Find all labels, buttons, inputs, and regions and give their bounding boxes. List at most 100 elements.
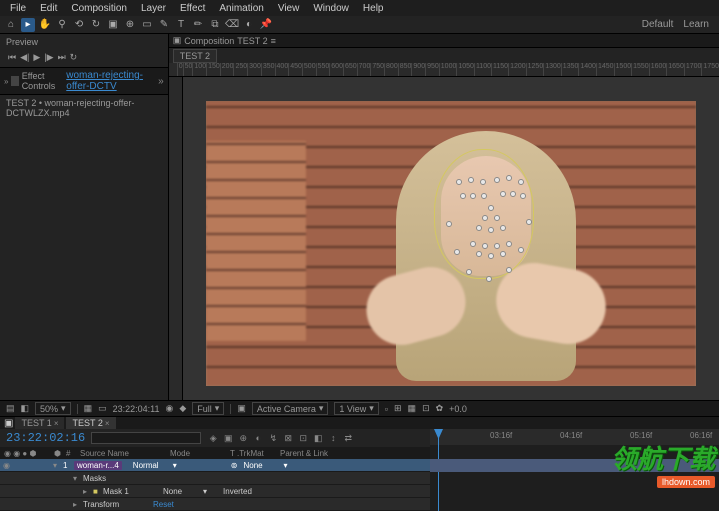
rect-tool-icon[interactable]: ▭ [140, 18, 154, 32]
effect-controls-tab[interactable]: » Effect Controls woman-rejecting-offer-… [0, 67, 168, 95]
left-panel: Preview ⏮ ◀| ▶ |▶ ⏭ ↻ » Effect Controls … [0, 34, 169, 400]
viewport[interactable] [206, 101, 696, 386]
composition-panel: ▣ Composition TEST 2 ≡ TEST 2 0501001502… [169, 34, 719, 400]
resolution-dropdown[interactable]: Full▾ [192, 402, 224, 415]
prev-frame-icon[interactable]: ◀| [20, 52, 29, 63]
type-tool-icon[interactable]: T [174, 18, 188, 32]
mode-dropdown[interactable]: Normal [130, 461, 170, 470]
close-icon[interactable]: × [105, 419, 110, 428]
last-frame-icon[interactable]: ⏭ [58, 52, 66, 63]
timeline-graph-area[interactable]: 03:16f 04:16f 05:16f 06:16f [430, 429, 719, 511]
layer-bar[interactable] [430, 459, 719, 472]
puppet-tool-icon[interactable]: 📌 [259, 18, 273, 32]
eraser-tool-icon[interactable]: ⌫ [225, 18, 239, 32]
view1-icon[interactable]: ▫ [385, 404, 388, 414]
pen-tool-icon[interactable]: ✎ [157, 18, 171, 32]
menu-animation[interactable]: Animation [213, 2, 269, 15]
tl-tool4-icon[interactable]: ◐ [252, 432, 264, 444]
views-dropdown[interactable]: 1 View▾ [334, 402, 378, 415]
view4-icon[interactable]: ⊡ [422, 403, 430, 414]
pickwhip-icon[interactable]: ⊚ [228, 461, 241, 470]
view2-icon[interactable]: ⊞ [394, 403, 402, 414]
tl-tool3-icon[interactable]: ⊕ [237, 432, 249, 444]
channel-icon[interactable]: ◆ [179, 403, 186, 414]
horizontal-ruler: 0501001502002503003504004505005506006507… [169, 63, 719, 77]
mask-mode-dropdown[interactable]: None [160, 487, 200, 496]
menu-view[interactable]: View [272, 2, 306, 15]
gear-icon[interactable]: ✿ [436, 403, 444, 414]
tl-tool7-icon[interactable]: ⊡ [297, 432, 309, 444]
menu-help[interactable]: Help [357, 2, 390, 15]
mask-1-row[interactable]: ▸ ■ Mask 1 None ▾ Inverted [0, 485, 430, 498]
workspace-learn[interactable]: Learn [683, 19, 709, 30]
menu-edit[interactable]: Edit [34, 2, 63, 15]
tab-test2[interactable]: TEST 2× [66, 417, 115, 429]
tl-tool1-icon[interactable]: ◈ [207, 432, 219, 444]
menu-effect[interactable]: Effect [174, 2, 211, 15]
home-icon[interactable]: ⌂ [4, 18, 18, 32]
tl-tool10-icon[interactable]: ⇄ [342, 432, 354, 444]
brush-tool-icon[interactable]: ✏ [191, 18, 205, 32]
region-icon[interactable]: ▣ [237, 403, 246, 414]
chevron-down-icon: ▾ [319, 403, 324, 414]
face-tracking-mask[interactable] [434, 149, 534, 279]
viewer-timecode[interactable]: 23:22:04:11 [113, 404, 160, 414]
masks-group-row[interactable]: ▾ Masks [0, 472, 430, 485]
tl-tool9-icon[interactable]: ↕ [327, 432, 339, 444]
mask-toggle-icon[interactable]: ▤ [6, 403, 15, 414]
grid-icon[interactable]: ▦ [84, 403, 93, 414]
layer-row-1[interactable]: ◉ ▾ 1 woman-r...4 Normal ▾ ⊚ None ▾ [0, 459, 430, 472]
rotate-tool-icon[interactable]: ↻ [89, 18, 103, 32]
effect-controls-layer-link[interactable]: woman-rejecting-offer-DCTV [66, 70, 158, 92]
menu-layer[interactable]: Layer [135, 2, 172, 15]
menu-composition[interactable]: Composition [65, 2, 133, 15]
chevron-right-icon: » [4, 77, 8, 86]
composition-viewer[interactable] [169, 77, 719, 400]
tl-tool2-icon[interactable]: ▣ [222, 432, 234, 444]
tl-tool5-icon[interactable]: ↯ [267, 432, 279, 444]
layer-name[interactable]: woman-r...4 [74, 461, 122, 470]
orbit-tool-icon[interactable]: ⟲ [72, 18, 86, 32]
current-timecode[interactable]: 23:22:02:16 [6, 431, 85, 445]
menu-window[interactable]: Window [307, 2, 355, 15]
first-frame-icon[interactable]: ⏮ [8, 52, 16, 63]
guides-icon[interactable]: ▭ [98, 403, 107, 414]
video-toggle-icon[interactable]: ◉ [0, 461, 12, 470]
camera-tool-icon[interactable]: ▣ [106, 18, 120, 32]
view3-icon[interactable]: ▦ [408, 403, 417, 414]
zoom-dropdown[interactable]: 50%▾ [35, 402, 71, 415]
panel-menu-icon[interactable]: » [158, 76, 164, 87]
comp-subtab[interactable]: TEST 2 [173, 49, 217, 63]
comp-name[interactable]: TEST 2 [237, 36, 267, 46]
vertical-ruler [169, 77, 183, 400]
hand-tool-icon[interactable]: ✋ [38, 18, 52, 32]
menu-file[interactable]: File [4, 2, 32, 15]
comp-tab-menu-icon[interactable]: ≡ [271, 36, 276, 46]
timeline-search-input[interactable] [91, 432, 201, 444]
zoom-tool-icon[interactable]: ⚲ [55, 18, 69, 32]
tl-tool8-icon[interactable]: ◧ [312, 432, 324, 444]
close-icon[interactable]: × [54, 419, 59, 428]
workspace-default[interactable]: Default [642, 19, 674, 30]
timeline-ruler[interactable]: 03:16f 04:16f 05:16f 06:16f [430, 429, 719, 445]
preview-panel-header: Preview [0, 34, 168, 48]
twirl-icon[interactable]: ▸ [80, 487, 90, 496]
clone-tool-icon[interactable]: ⧉ [208, 18, 222, 32]
anchor-tool-icon[interactable]: ⊕ [123, 18, 137, 32]
tab-test1[interactable]: TEST 1× [15, 417, 64, 429]
camera-dropdown[interactable]: Active Camera▾ [252, 402, 329, 415]
alpha-toggle-icon[interactable]: ◧ [21, 403, 30, 414]
tl-tool6-icon[interactable]: ⊠ [282, 432, 294, 444]
twirl-icon[interactable]: ▸ [70, 500, 80, 509]
roto-tool-icon[interactable]: ◐ [242, 18, 256, 32]
snapshot-icon[interactable]: ◉ [166, 403, 174, 414]
loop-icon[interactable]: ↻ [70, 52, 78, 63]
exposure-value[interactable]: +0.0 [449, 404, 467, 414]
parent-dropdown[interactable]: None [241, 461, 281, 470]
reset-link[interactable]: Reset [150, 500, 177, 509]
selection-tool-icon[interactable]: ▸ [21, 18, 35, 32]
next-frame-icon[interactable]: |▶ [44, 52, 53, 63]
play-icon[interactable]: ▶ [33, 52, 40, 63]
twirl-icon[interactable]: ▾ [50, 461, 60, 470]
twirl-icon[interactable]: ▾ [70, 474, 80, 483]
